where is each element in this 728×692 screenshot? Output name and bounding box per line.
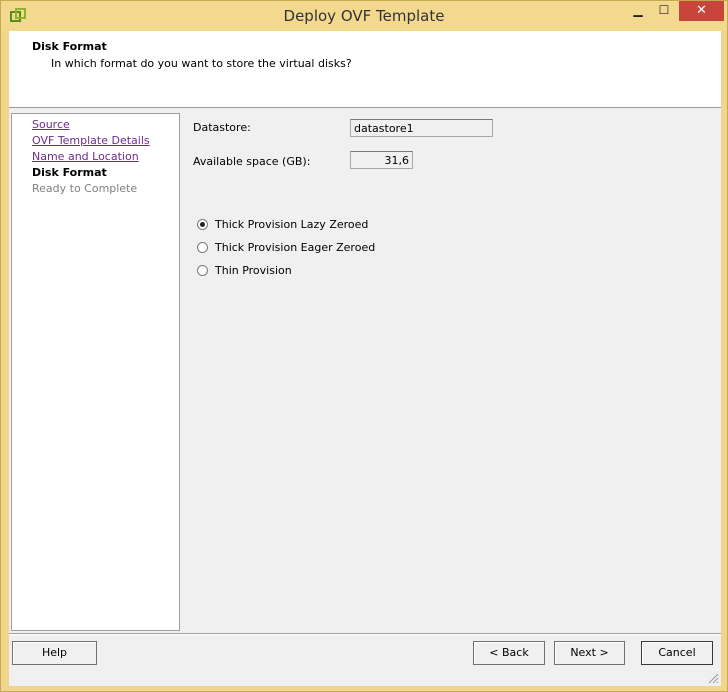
nav-step-source[interactable]: Source [32, 118, 70, 131]
close-icon: ✕ [696, 3, 707, 18]
nav-step-name-and-location[interactable]: Name and Location [32, 150, 139, 163]
option-label: Thick Provision Eager Zeroed [215, 241, 376, 254]
next-button[interactable]: Next > [554, 641, 625, 665]
nav-step-ovf-template-details[interactable]: OVF Template Details [32, 134, 150, 147]
nav-step-disk-format: Disk Format [32, 166, 107, 179]
minimize-button[interactable]: ▁ [626, 3, 650, 25]
footer-divider [9, 633, 721, 635]
disk-format-panel: Datastore: datastore1 Available space (G… [185, 113, 721, 629]
window-title: Deploy OVF Template [283, 7, 445, 25]
datastore-field: datastore1 [350, 119, 493, 137]
help-button[interactable]: Help [12, 641, 97, 665]
deploy-ovf-window: Deploy OVF Template ▁ ☐ ✕ Disk Format In… [0, 0, 728, 692]
step-subtitle: In which format do you want to store the… [51, 57, 352, 70]
radio-button[interactable] [197, 265, 208, 276]
cancel-button[interactable]: Cancel [641, 641, 713, 665]
maximize-button[interactable]: ☐ [652, 3, 676, 25]
resize-grip-icon[interactable] [707, 672, 719, 684]
available-space-label: Available space (GB): [193, 155, 311, 168]
option-label: Thin Provision [215, 264, 292, 277]
step-title: Disk Format [32, 40, 107, 53]
back-button[interactable]: < Back [473, 641, 545, 665]
title-bar[interactable]: Deploy OVF Template ▁ ☐ ✕ [1, 1, 727, 31]
step-header: Disk Format In which format do you want … [9, 31, 721, 108]
option-label: Thick Provision Lazy Zeroed [215, 218, 369, 231]
wizard-steps-panel: Source OVF Template Details Name and Loc… [11, 113, 180, 631]
nav-step-ready-to-complete: Ready to Complete [32, 182, 138, 195]
available-space-field: 31,6 [350, 151, 413, 169]
close-button[interactable]: ✕ [679, 1, 724, 21]
dialog-body: Disk Format In which format do you want … [9, 31, 721, 686]
datastore-label: Datastore: [193, 121, 251, 134]
radio-button-checked[interactable] [197, 219, 208, 230]
radio-button[interactable] [197, 242, 208, 253]
minimize-icon: ▁ [633, 3, 643, 17]
maximize-icon: ☐ [658, 3, 670, 17]
